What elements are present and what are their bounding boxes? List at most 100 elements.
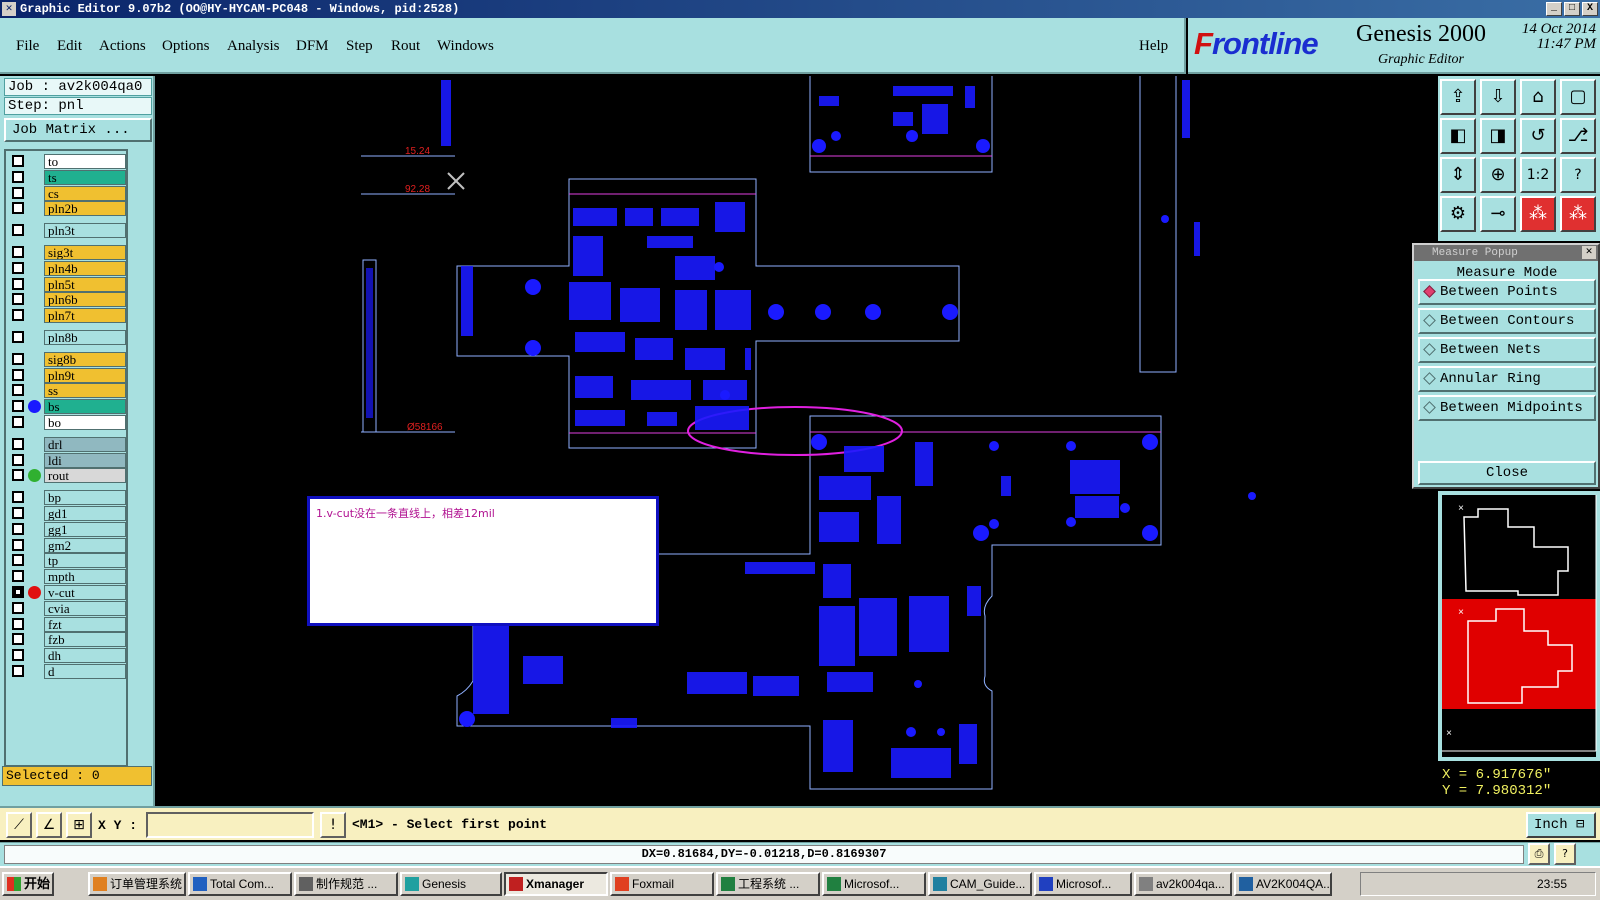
measure-option-between-points[interactable]: Between Points: [1418, 279, 1596, 305]
layer-checkbox[interactable]: [12, 522, 24, 535]
layer-checkbox[interactable]: [12, 246, 24, 258]
profile-icon[interactable]: ⚙: [1440, 196, 1476, 232]
layer-row-v-cut[interactable]: v-cut: [8, 585, 126, 600]
layer-checkbox[interactable]: [12, 601, 24, 614]
layer-checkbox[interactable]: [12, 309, 24, 322]
layer-checkbox[interactable]: [12, 224, 24, 237]
taskbar-item[interactable]: CAM_Guide...: [928, 872, 1032, 896]
layer-checkbox[interactable]: [12, 507, 24, 519]
zoom-center-icon[interactable]: ⊕: [1480, 157, 1516, 193]
taskbar-item[interactable]: AV2K004QA...: [1234, 872, 1332, 896]
layer-row-cs[interactable]: cs: [8, 185, 126, 201]
maximize-button[interactable]: □: [1564, 2, 1580, 16]
layer-row-pln7t[interactable]: pln7t: [8, 308, 126, 324]
taskbar-item[interactable]: 工程系统 ...: [716, 872, 820, 896]
layer-row-sig8b[interactable]: sig8b: [8, 351, 126, 367]
layer-row-mpth[interactable]: mpth: [8, 569, 126, 585]
taskbar-item[interactable]: av2k004qa...: [1134, 872, 1232, 896]
taskbar-item[interactable]: Microsof...: [1034, 872, 1132, 896]
xy-input[interactable]: [146, 812, 314, 838]
menu-windows[interactable]: Windows: [437, 38, 494, 55]
measure-option-between-nets[interactable]: Between Nets: [1418, 337, 1596, 363]
layer-name[interactable]: pln4b: [44, 260, 126, 276]
layer-checkbox[interactable]: [12, 633, 24, 646]
layer-name[interactable]: ss: [44, 383, 126, 399]
window-icon[interactable]: ▢: [1560, 79, 1596, 115]
help-icon[interactable]: ?: [1560, 157, 1596, 193]
menu-step[interactable]: Step: [346, 38, 373, 55]
layer-checkbox[interactable]: [12, 400, 24, 413]
taskbar-item[interactable]: Microsof...: [822, 872, 926, 896]
layer-checkbox[interactable]: [12, 155, 24, 167]
graphic-canvas[interactable]: 15.24 92.28 Ø58166 1.v-cut没在一条直线上，相差12mi…: [155, 76, 1438, 806]
layer-checkbox[interactable]: [12, 384, 24, 397]
layer-name[interactable]: fzt: [44, 616, 126, 632]
layer-checkbox[interactable]: [12, 665, 24, 677]
layer-row-sig3t[interactable]: sig3t: [8, 245, 126, 260]
taskbar-item[interactable]: 制作规范 ...: [294, 872, 398, 896]
taskbar-item[interactable]: Xmanager: [504, 872, 608, 896]
layer-checkbox[interactable]: [12, 554, 24, 567]
layer-row-bo[interactable]: bo: [8, 415, 126, 430]
taskbar-item[interactable]: Total Com...: [188, 872, 292, 896]
layer-name[interactable]: pln2b: [44, 201, 126, 217]
layer-row-drl[interactable]: drl: [8, 436, 126, 452]
layer-name[interactable]: sig8b: [44, 351, 126, 367]
layer-name[interactable]: tp: [44, 553, 126, 569]
layer-row-bs[interactable]: bs: [8, 399, 126, 415]
layer-checkbox[interactable]: [12, 617, 24, 630]
layer-checkbox[interactable]: [12, 331, 24, 343]
layer-name[interactable]: bp: [44, 490, 126, 506]
angle-mode-icon[interactable]: ∠: [36, 812, 62, 838]
layer-name[interactable]: bo: [44, 415, 126, 430]
layer-checkbox[interactable]: [12, 352, 24, 365]
menu-options[interactable]: Options: [162, 38, 210, 55]
layer-checkbox[interactable]: [12, 186, 24, 199]
layer-row-fzb[interactable]: fzb: [8, 632, 126, 648]
net-highlight-icon[interactable]: ⁂: [1520, 196, 1556, 232]
layer-name[interactable]: mpth: [44, 569, 126, 585]
layer-checkbox[interactable]: [12, 469, 24, 482]
stub-icon[interactable]: ⊸: [1480, 196, 1516, 232]
layer-name[interactable]: ldi: [44, 452, 126, 468]
start-button[interactable]: 开始: [2, 872, 54, 896]
minimize-button[interactable]: _: [1546, 2, 1562, 16]
layer-row-pln3t[interactable]: pln3t: [8, 223, 126, 239]
layer-row-ts[interactable]: ts: [8, 169, 126, 185]
layer-name[interactable]: v-cut: [44, 585, 126, 600]
layer-row-gg1[interactable]: gg1: [8, 521, 126, 537]
layer-name[interactable]: d: [44, 664, 126, 679]
layer-name[interactable]: pln3t: [44, 223, 126, 239]
layer-row-bp[interactable]: bp: [8, 490, 126, 506]
layer-row-ss[interactable]: ss: [8, 383, 126, 399]
menu-actions[interactable]: Actions: [99, 38, 146, 55]
close-window-button[interactable]: X: [1582, 2, 1598, 16]
help-circle-icon[interactable]: ?: [1554, 843, 1576, 865]
layer-row-fzt[interactable]: fzt: [8, 616, 126, 632]
layer-row-tp[interactable]: tp: [8, 553, 126, 569]
layer-row-to[interactable]: to: [8, 154, 126, 169]
layer-name[interactable]: gm2: [44, 537, 126, 553]
job-matrix-button[interactable]: Job Matrix ...: [4, 118, 152, 142]
layer-name[interactable]: pln7t: [44, 308, 126, 324]
net-select-icon[interactable]: ⁂: [1560, 196, 1596, 232]
layer-name[interactable]: pln9t: [44, 367, 126, 383]
export-icon[interactable]: ⇪: [1440, 79, 1476, 115]
menu-dfm[interactable]: DFM: [296, 38, 329, 55]
layer-checkbox[interactable]: [12, 538, 24, 551]
layer-row-d[interactable]: d: [8, 664, 126, 679]
layer-name[interactable]: bs: [44, 399, 126, 415]
layer-name[interactable]: rout: [44, 468, 126, 484]
layer-name[interactable]: ts: [44, 169, 126, 185]
layer-row-gm2[interactable]: gm2: [8, 537, 126, 553]
menu-help[interactable]: Help: [1139, 38, 1168, 55]
layer-name[interactable]: drl: [44, 436, 126, 452]
scale-1-2-icon[interactable]: 1:2: [1520, 157, 1556, 193]
pan-left-icon[interactable]: ◧: [1440, 118, 1476, 154]
layer-name[interactable]: sig3t: [44, 245, 126, 260]
zoom-fit-icon[interactable]: ⇕: [1440, 157, 1476, 193]
layer-name[interactable]: cvia: [44, 600, 126, 616]
layer-checkbox[interactable]: [12, 416, 24, 428]
layer-checkbox[interactable]: [12, 261, 24, 274]
snap-mode-icon[interactable]: ⟋: [6, 812, 32, 838]
